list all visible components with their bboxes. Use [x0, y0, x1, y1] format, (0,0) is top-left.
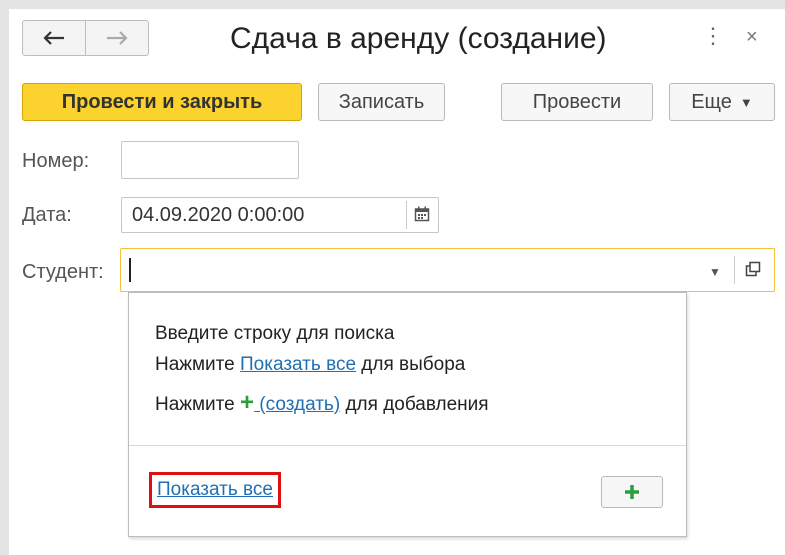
more-button[interactable]: Еще ▼ [669, 83, 775, 121]
hint-create-suffix: для добавления [340, 394, 489, 415]
more-vertical-icon[interactable]: ⋮ [702, 25, 724, 47]
show-all-highlight: Показать все [149, 472, 281, 508]
text-cursor [129, 258, 131, 282]
more-button-label: Еще [691, 90, 732, 113]
number-label: Номер: [22, 150, 90, 172]
dropdown-arrow-icon[interactable]: ▼ [709, 265, 721, 279]
add-button[interactable] [601, 476, 663, 508]
chevron-down-icon: ▼ [739, 94, 753, 110]
hint-search: Введите строку для поиска [155, 323, 395, 344]
calendar-icon[interactable] [414, 206, 430, 222]
hint-show-all-prefix: Нажмите [155, 354, 241, 375]
back-button[interactable] [23, 21, 85, 55]
hint-show-all: Нажмите Показать все для выбора [155, 354, 465, 376]
student-label: Студент: [22, 261, 104, 283]
hint-create-prefix: Нажмите [155, 394, 241, 415]
show-all-link[interactable]: Показать все [157, 479, 273, 500]
save-button[interactable]: Записать [318, 83, 445, 121]
nav-buttons [22, 20, 149, 56]
show-all-inline-link[interactable]: Показать все [240, 354, 356, 375]
window-title: Сдача в аренду (создание) [230, 22, 607, 55]
hint-create: Нажмите + (создать) для добавления [155, 389, 489, 417]
popup-separator [129, 445, 686, 446]
top-frame [0, 0, 785, 9]
arrow-left-icon [43, 31, 64, 45]
student-divider [734, 256, 735, 284]
plus-icon [625, 485, 639, 499]
plus-icon: + [240, 389, 255, 416]
date-field[interactable]: 04.09.2020 0:00:00 [121, 197, 439, 233]
arrow-right-icon [107, 31, 128, 45]
create-link[interactable]: (создать) [254, 394, 340, 415]
number-field[interactable] [121, 141, 299, 179]
post-and-close-button[interactable]: Провести и закрыть [22, 83, 302, 121]
left-frame [0, 0, 9, 555]
student-field[interactable]: ▼ [120, 248, 775, 292]
date-value: 04.09.2020 0:00:00 [132, 204, 305, 226]
date-divider [406, 201, 407, 229]
student-dropdown-popup: Введите строку для поиска Нажмите Показа… [128, 292, 687, 537]
close-icon[interactable]: × [746, 27, 758, 47]
hint-show-all-suffix: для выбора [356, 354, 466, 375]
open-in-window-icon[interactable] [745, 261, 761, 277]
date-label: Дата: [22, 204, 72, 226]
post-button[interactable]: Провести [501, 83, 653, 121]
forward-button[interactable] [85, 21, 148, 55]
